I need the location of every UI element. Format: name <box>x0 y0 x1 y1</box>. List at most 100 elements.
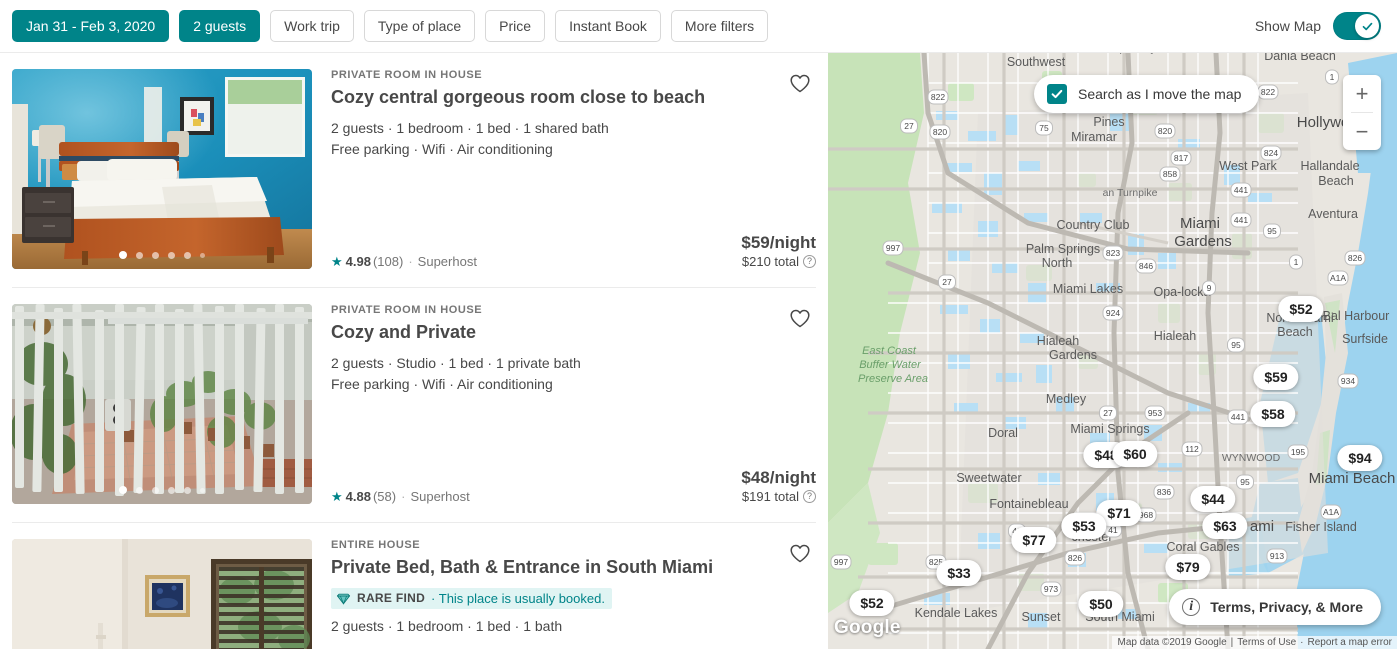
show-map-label: Show Map <box>1254 18 1321 34</box>
carousel-dot[interactable] <box>119 251 127 259</box>
listing-photo[interactable] <box>12 69 312 269</box>
map-price-pin[interactable]: $79 <box>1165 554 1211 580</box>
listing-info: PRIVATE ROOM IN HOUSE Cozy central gorge… <box>331 69 816 269</box>
price-total: $210 total <box>741 254 799 269</box>
filter-date-range[interactable]: Jan 31 - Feb 3, 2020 <box>12 10 170 42</box>
zoom-in-button[interactable]: + <box>1343 75 1381 112</box>
map-price-pin[interactable]: $53 <box>1061 513 1107 539</box>
listing-title[interactable]: Private Bed, Bath & Entrance in South Mi… <box>331 556 816 579</box>
carousel-dot[interactable] <box>136 486 143 494</box>
airbnb-search-page: Jan 31 - Feb 3, 2020 2 guests Work trip … <box>0 0 1397 649</box>
results-list[interactable]: PRIVATE ROOM IN HOUSE Cozy central gorge… <box>0 53 828 649</box>
rating-value: 4.88 <box>345 489 371 504</box>
photo-carousel-dots[interactable] <box>12 486 312 494</box>
zoom-out-button[interactable]: − <box>1343 113 1381 150</box>
map-price-pin[interactable]: $59 <box>1253 364 1299 390</box>
toggle-knob <box>1355 14 1379 38</box>
price-per-night: $59/night <box>741 232 816 252</box>
filter-instant-book[interactable]: Instant Book <box>555 10 661 42</box>
show-map-toggle[interactable] <box>1333 12 1381 40</box>
listing-details: 2 guests · 1 bedroom · 1 bed · 1 shared … <box>331 119 609 136</box>
map-price-pin[interactable]: $33 <box>936 560 982 586</box>
map-price-pin[interactable]: $50 <box>1078 591 1124 617</box>
favorite-heart-icon[interactable] <box>788 306 812 330</box>
listing-photo[interactable] <box>12 539 312 649</box>
listing-price: $48/night $191 total ? <box>741 467 816 504</box>
carousel-dot[interactable] <box>119 486 127 494</box>
rating-value: 4.98 <box>345 254 371 269</box>
listing-price: $59/night $210 total ? <box>741 232 816 269</box>
price-total: $191 total <box>741 489 799 504</box>
map-price-pin[interactable]: $52 <box>1278 296 1324 322</box>
carousel-dot[interactable] <box>152 486 159 494</box>
search-as-i-move-control[interactable]: Search as I move the map <box>1034 75 1260 113</box>
carousel-dot[interactable] <box>136 251 143 259</box>
attribution-terms-link[interactable]: Terms of Use <box>1237 637 1296 648</box>
listing-rating: ★ 4.88 (58) · Superhost <box>331 489 470 504</box>
filter-work-trip[interactable]: Work trip <box>270 10 354 42</box>
filter-type-of-place[interactable]: Type of place <box>363 10 476 42</box>
map-price-pin[interactable]: $63 <box>1202 513 1248 539</box>
photo-carousel-dots[interactable] <box>12 251 312 259</box>
carousel-dot[interactable] <box>200 487 205 493</box>
map-basemap <box>828 53 1397 649</box>
map-price-pin[interactable]: $52 <box>849 590 895 616</box>
listing-bottom-row: ★ 4.98 (108) · Superhost $59/night $210 … <box>331 232 816 269</box>
rare-find-badge: RARE FIND · This place is usually booked… <box>331 587 612 609</box>
map-panel[interactable]: SouthwestCooper CityDania BeachPembrokeP… <box>828 53 1397 649</box>
map-price-pin[interactable]: $77 <box>1011 527 1057 553</box>
price-per-night: $48/night <box>741 467 816 487</box>
listing-details: 2 guests · 1 bedroom · 1 bed · 1 bath <box>331 617 563 634</box>
map-zoom-controls[interactable]: + − <box>1343 75 1381 150</box>
carousel-dot[interactable] <box>168 486 175 494</box>
listing-amenities: Free parking · Wifi · Air conditioning <box>331 376 553 393</box>
filter-bar: Jan 31 - Feb 3, 2020 2 guests Work trip … <box>0 0 1397 53</box>
search-as-i-move-checkbox[interactable] <box>1047 84 1067 104</box>
listing-title[interactable]: Cozy and Private <box>331 321 816 344</box>
map-price-pin[interactable]: $58 <box>1250 401 1296 427</box>
carousel-dot[interactable] <box>184 251 191 259</box>
review-count: (108) <box>372 254 404 269</box>
listing-title[interactable]: Cozy central gorgeous room close to beac… <box>331 86 816 109</box>
superhost-label: Superhost <box>410 489 470 504</box>
carousel-dot[interactable] <box>152 251 159 259</box>
listing-bottom-row: ★ 4.88 (58) · Superhost $48/night $191 t… <box>331 467 816 504</box>
rating-separator: · <box>401 489 406 504</box>
listing-card[interactable]: PRIVATE ROOM IN HOUSE Cozy central gorge… <box>12 53 816 288</box>
map-price-pin[interactable]: $94 <box>1337 445 1383 471</box>
superhost-label: Superhost <box>417 254 477 269</box>
attribution-main: Map data ©2019 Google <box>1117 637 1227 648</box>
attribution-report-link[interactable]: Report a map error <box>1308 637 1392 648</box>
filter-price[interactable]: Price <box>485 10 546 42</box>
google-logo: Google <box>834 617 901 638</box>
price-help-icon[interactable]: ? <box>803 255 816 268</box>
review-count: (58) <box>372 489 397 504</box>
check-icon <box>1051 89 1063 99</box>
beige-room-photo <box>12 539 312 649</box>
star-icon: ★ <box>331 254 343 269</box>
favorite-heart-icon[interactable] <box>788 541 812 565</box>
terms-privacy-button[interactable]: i Terms, Privacy, & More <box>1169 589 1381 625</box>
listing-photo[interactable] <box>12 304 312 504</box>
listing-info: ENTIRE HOUSE Private Bed, Bath & Entranc… <box>331 539 816 649</box>
favorite-heart-icon[interactable] <box>788 71 812 95</box>
listing-details: 2 guests · Studio · 1 bed · 1 private ba… <box>331 354 581 371</box>
price-total-row: $210 total ? <box>741 254 816 269</box>
page-body: PRIVATE ROOM IN HOUSE Cozy central gorge… <box>0 53 1397 649</box>
gem-icon <box>336 593 351 605</box>
listing-amenities: Free parking · Wifi · Air conditioning <box>331 141 553 158</box>
carousel-dot[interactable] <box>200 252 205 258</box>
filter-guests[interactable]: 2 guests <box>179 10 261 42</box>
listing-card[interactable]: PRIVATE ROOM IN HOUSE Cozy and Private 2… <box>12 288 816 523</box>
info-icon: i <box>1182 598 1201 616</box>
map-price-pin[interactable]: $60 <box>1112 441 1158 467</box>
listing-card[interactable]: ENTIRE HOUSE Private Bed, Bath & Entranc… <box>12 523 816 649</box>
search-as-i-move-label: Search as I move the map <box>1078 86 1242 102</box>
show-map-control: Show Map <box>1255 12 1381 40</box>
carousel-dot[interactable] <box>184 486 191 494</box>
listing-info: PRIVATE ROOM IN HOUSE Cozy and Private 2… <box>331 304 816 504</box>
filter-more-filters[interactable]: More filters <box>670 10 769 42</box>
map-price-pin[interactable]: $44 <box>1190 486 1236 512</box>
price-help-icon[interactable]: ? <box>803 490 816 503</box>
carousel-dot[interactable] <box>168 251 175 259</box>
